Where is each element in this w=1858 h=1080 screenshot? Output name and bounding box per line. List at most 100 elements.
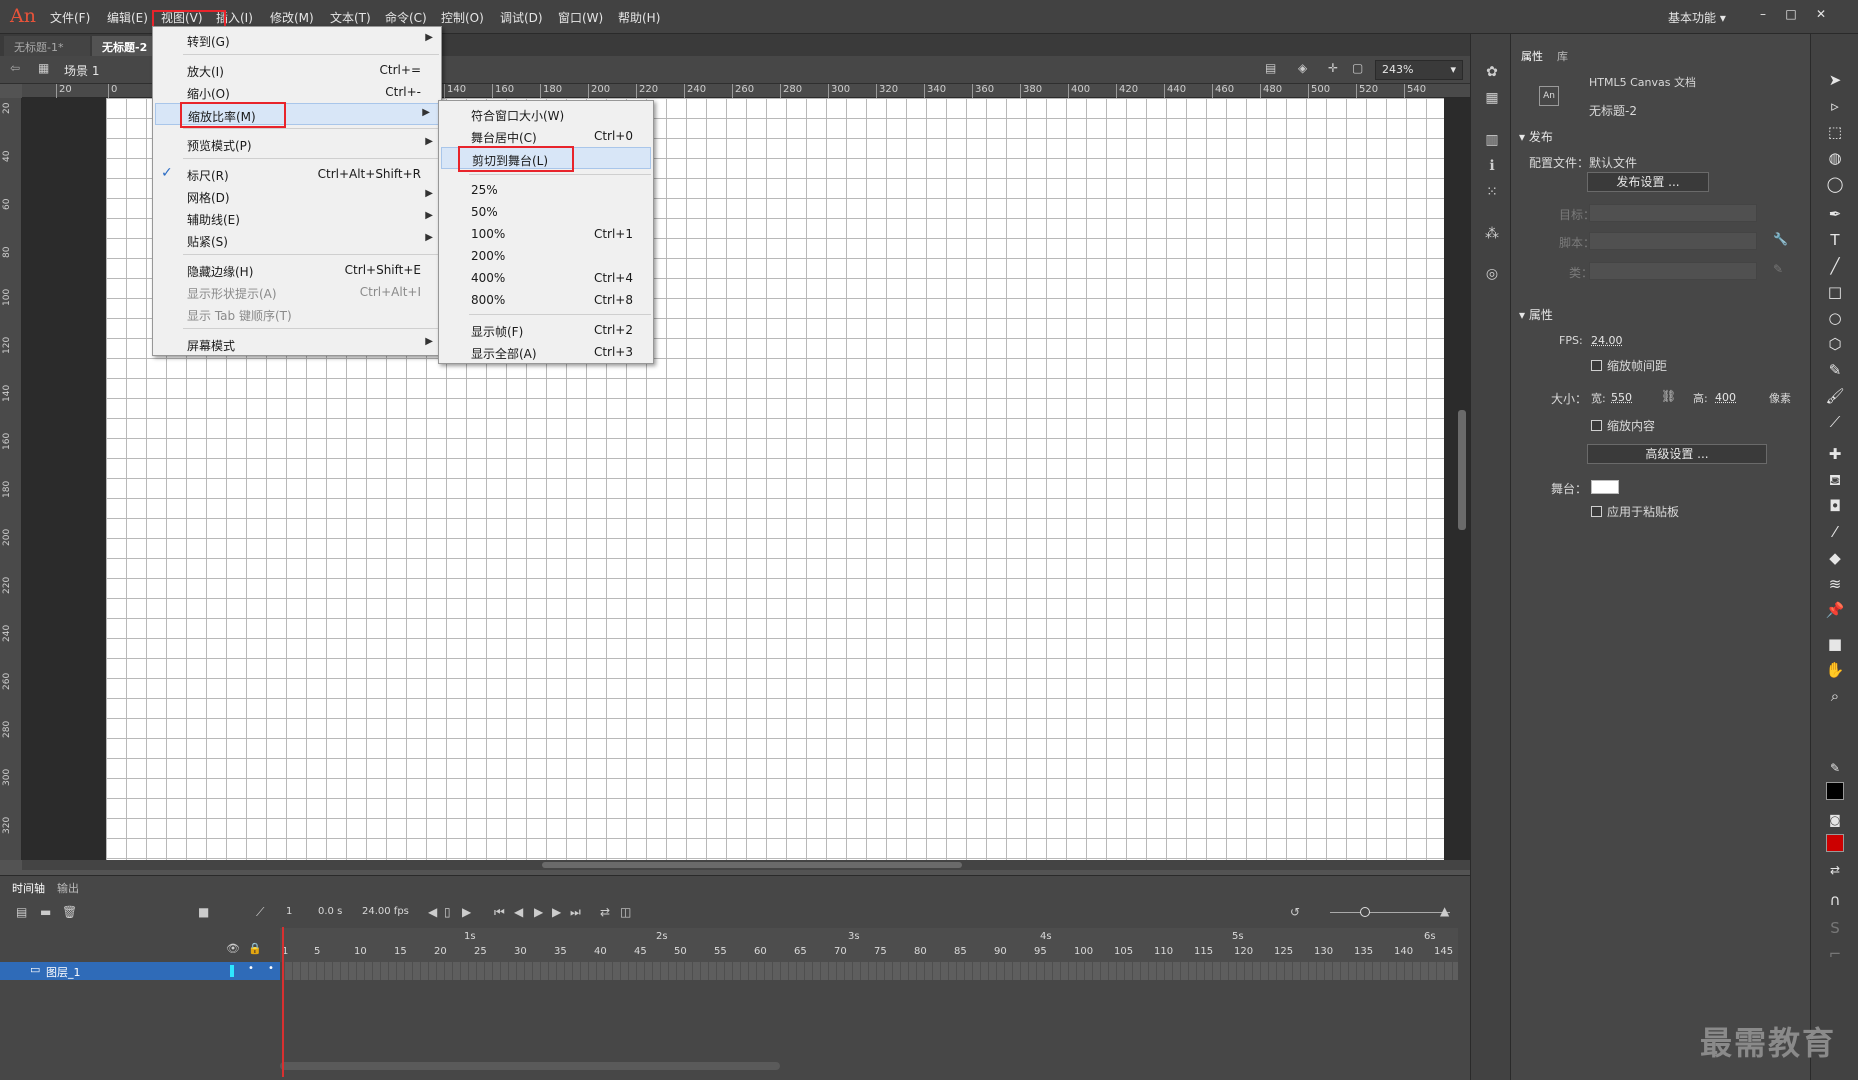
menu-item-grid[interactable]: 网格(D) ▶ xyxy=(153,185,441,207)
edit-scene-icon[interactable]: ▤ xyxy=(1265,61,1276,75)
scroll-thumb[interactable] xyxy=(542,862,962,868)
pen-tool-icon[interactable]: ✒ xyxy=(1825,204,1845,224)
pencil-tool-icon[interactable]: ✎ xyxy=(1825,360,1845,380)
props-section-header[interactable]: ▾ 属性 xyxy=(1519,306,1553,323)
publish-section-header[interactable]: ▾ 发布 xyxy=(1519,128,1553,145)
width-value[interactable]: 550 xyxy=(1611,391,1632,404)
eraser-icon[interactable]: ◆ xyxy=(1825,548,1845,568)
vertical-ruler[interactable]: 20 40 60 80 100 120 140 160 180 200 220 … xyxy=(0,98,22,860)
oval-tool-icon[interactable]: ○ xyxy=(1825,308,1845,328)
subselection-tool-icon[interactable]: ▹ xyxy=(1825,96,1845,116)
advanced-settings-button[interactable]: 高级设置 ... xyxy=(1587,444,1767,464)
transform-icon[interactable]: ⁙ xyxy=(1483,184,1501,202)
straighten-icon[interactable]: ⌐ xyxy=(1825,944,1845,964)
dot-icon[interactable]: • xyxy=(248,963,254,974)
timeline-scrollbar[interactable] xyxy=(280,1062,780,1070)
menu-command[interactable]: 命令(C) xyxy=(385,9,427,26)
mountain-icon[interactable]: ▲ xyxy=(1440,904,1449,918)
tab-library[interactable]: 库 xyxy=(1557,48,1568,64)
tab-timeline[interactable]: 时间轴 xyxy=(12,880,45,896)
text-tool-icon[interactable]: T xyxy=(1825,230,1845,250)
tab-output[interactable]: 输出 xyxy=(57,880,79,896)
graph-icon[interactable]: ⟋ xyxy=(256,905,264,920)
camera-icon[interactable]: ■ xyxy=(198,905,209,919)
paint-bucket-icon[interactable]: ⛾ xyxy=(1825,470,1845,490)
menu-edit[interactable]: 编辑(E) xyxy=(107,9,148,26)
timeline-frame-ruler[interactable]: 1s 2s 3s 4s 5s 6s 1 5 10 15 20 25 30 35 … xyxy=(280,928,1458,962)
paint-icon[interactable]: ✿ xyxy=(1483,64,1501,82)
stage-color-swatch[interactable] xyxy=(1591,480,1619,494)
layer-color-swatch[interactable] xyxy=(230,965,234,977)
menu-item-zoom-out[interactable]: 缩小(O) Ctrl+- xyxy=(153,81,441,103)
apply-pasteboard-checkbox[interactable] xyxy=(1591,506,1602,517)
maximize-button[interactable]: □ xyxy=(1778,4,1804,24)
visibility-icon[interactable]: 👁 xyxy=(226,942,240,955)
menu-item-200[interactable]: 200% xyxy=(439,245,653,267)
tab-properties[interactable]: 属性 xyxy=(1521,48,1543,64)
swap-colors-icon[interactable]: ⇄ xyxy=(1825,860,1845,880)
components-icon[interactable]: ⁂ xyxy=(1483,226,1501,244)
zoom-select[interactable]: 243% ▾ xyxy=(1375,60,1463,80)
paint-brush-icon[interactable]: ⟋ xyxy=(1825,412,1845,432)
lasso-icon[interactable]: ◯ xyxy=(1825,174,1845,194)
zoom-tool-icon[interactable]: ⌕ xyxy=(1825,686,1845,706)
prev-keyframe-icon[interactable]: ◀ xyxy=(428,905,437,919)
playhead[interactable] xyxy=(282,927,284,1077)
menu-item-show-frame[interactable]: 显示帧(F) Ctrl+2 xyxy=(439,319,653,341)
clip-stage-icon[interactable]: ▢ xyxy=(1352,61,1363,75)
eyedropper-icon[interactable]: ⁄ xyxy=(1825,522,1845,542)
menu-item-100[interactable]: 100% Ctrl+1 xyxy=(439,223,653,245)
new-layer-icon[interactable]: ▤ xyxy=(16,905,27,919)
minimize-button[interactable]: – xyxy=(1750,4,1776,24)
selection-tool-icon[interactable]: ➤ xyxy=(1825,70,1845,90)
menu-item-fit-window[interactable]: 符合窗口大小(W) xyxy=(439,103,653,125)
stroke-color-swatch[interactable] xyxy=(1826,782,1844,800)
loop-icon[interactable]: ⇄ xyxy=(600,905,610,919)
center-stage-icon[interactable]: ✛ xyxy=(1328,61,1338,75)
menu-control[interactable]: 控制(O) xyxy=(441,9,484,26)
ink-bottle-icon[interactable]: ◘ xyxy=(1825,496,1845,516)
menu-item-snapping[interactable]: 贴紧(S) ▶ xyxy=(153,229,441,251)
scale-content-checkbox[interactable] xyxy=(1591,420,1602,431)
menu-item-guides[interactable]: 辅助线(E) ▶ xyxy=(153,207,441,229)
tab-untitled-1[interactable]: 无标题-1* xyxy=(4,36,90,56)
close-button[interactable]: ✕ xyxy=(1808,4,1834,24)
undo-icon[interactable]: ↺ xyxy=(1290,905,1300,919)
snap-magnet-icon[interactable]: ∩ xyxy=(1825,890,1845,910)
menu-item-screen-mode[interactable]: 屏幕模式 ▶ xyxy=(153,333,441,355)
menu-item-25[interactable]: 25% xyxy=(439,179,653,201)
workspace-switcher[interactable]: 基本功能 ▾ xyxy=(1668,9,1726,26)
fill-color-swatch[interactable] xyxy=(1826,834,1844,852)
menu-item-800[interactable]: 800% Ctrl+8 xyxy=(439,289,653,311)
horizontal-scrollbar[interactable] xyxy=(22,860,1470,870)
bone-tool-icon[interactable]: ✚ xyxy=(1825,444,1845,464)
menu-file[interactable]: 文件(F) xyxy=(50,9,90,26)
width-tool-icon[interactable]: ≋ xyxy=(1825,574,1845,594)
layer-name[interactable]: 图层_1 xyxy=(46,964,81,980)
last-frame-icon[interactable]: ⏭ xyxy=(570,905,581,920)
back-arrow-icon[interactable]: ⇦ xyxy=(10,61,20,75)
align-icon[interactable]: ▥ xyxy=(1483,132,1501,150)
menu-window[interactable]: 窗口(W) xyxy=(558,9,603,26)
3d-rotation-icon[interactable]: ◍ xyxy=(1825,148,1845,168)
menu-item-400[interactable]: 400% Ctrl+4 xyxy=(439,267,653,289)
menu-item-hide-edges[interactable]: 隐藏边缘(H) Ctrl+Shift+E xyxy=(153,259,441,281)
keyframe-icon[interactable]: ▯ xyxy=(444,905,451,919)
brush-tool-icon[interactable]: 🖌 xyxy=(1825,386,1845,406)
smooth-icon[interactable]: S xyxy=(1825,918,1845,938)
vertical-scroll-thumb[interactable] xyxy=(1458,410,1466,530)
dot-icon[interactable]: • xyxy=(268,963,274,974)
onion-skin-icon[interactable]: ◫ xyxy=(620,905,631,919)
menu-item-center-stage[interactable]: 舞台居中(C) Ctrl+0 xyxy=(439,125,653,147)
menu-text[interactable]: 文本(T) xyxy=(330,9,371,26)
slider-handle[interactable] xyxy=(1360,907,1370,917)
camera-tool-icon[interactable]: ■ xyxy=(1825,634,1845,654)
edit-symbol-icon[interactable]: ◈ xyxy=(1298,61,1307,75)
link-icon[interactable]: ⛓ xyxy=(1661,389,1676,403)
menu-item-show-all[interactable]: 显示全部(A) Ctrl+3 xyxy=(439,341,653,363)
publish-settings-button[interactable]: 发布设置 ... xyxy=(1587,172,1709,192)
height-value[interactable]: 400 xyxy=(1715,391,1736,404)
pin-icon[interactable]: 📌 xyxy=(1825,600,1845,620)
fps-value[interactable]: 24.00 xyxy=(1591,334,1623,347)
menu-debug[interactable]: 调试(D) xyxy=(500,9,543,26)
